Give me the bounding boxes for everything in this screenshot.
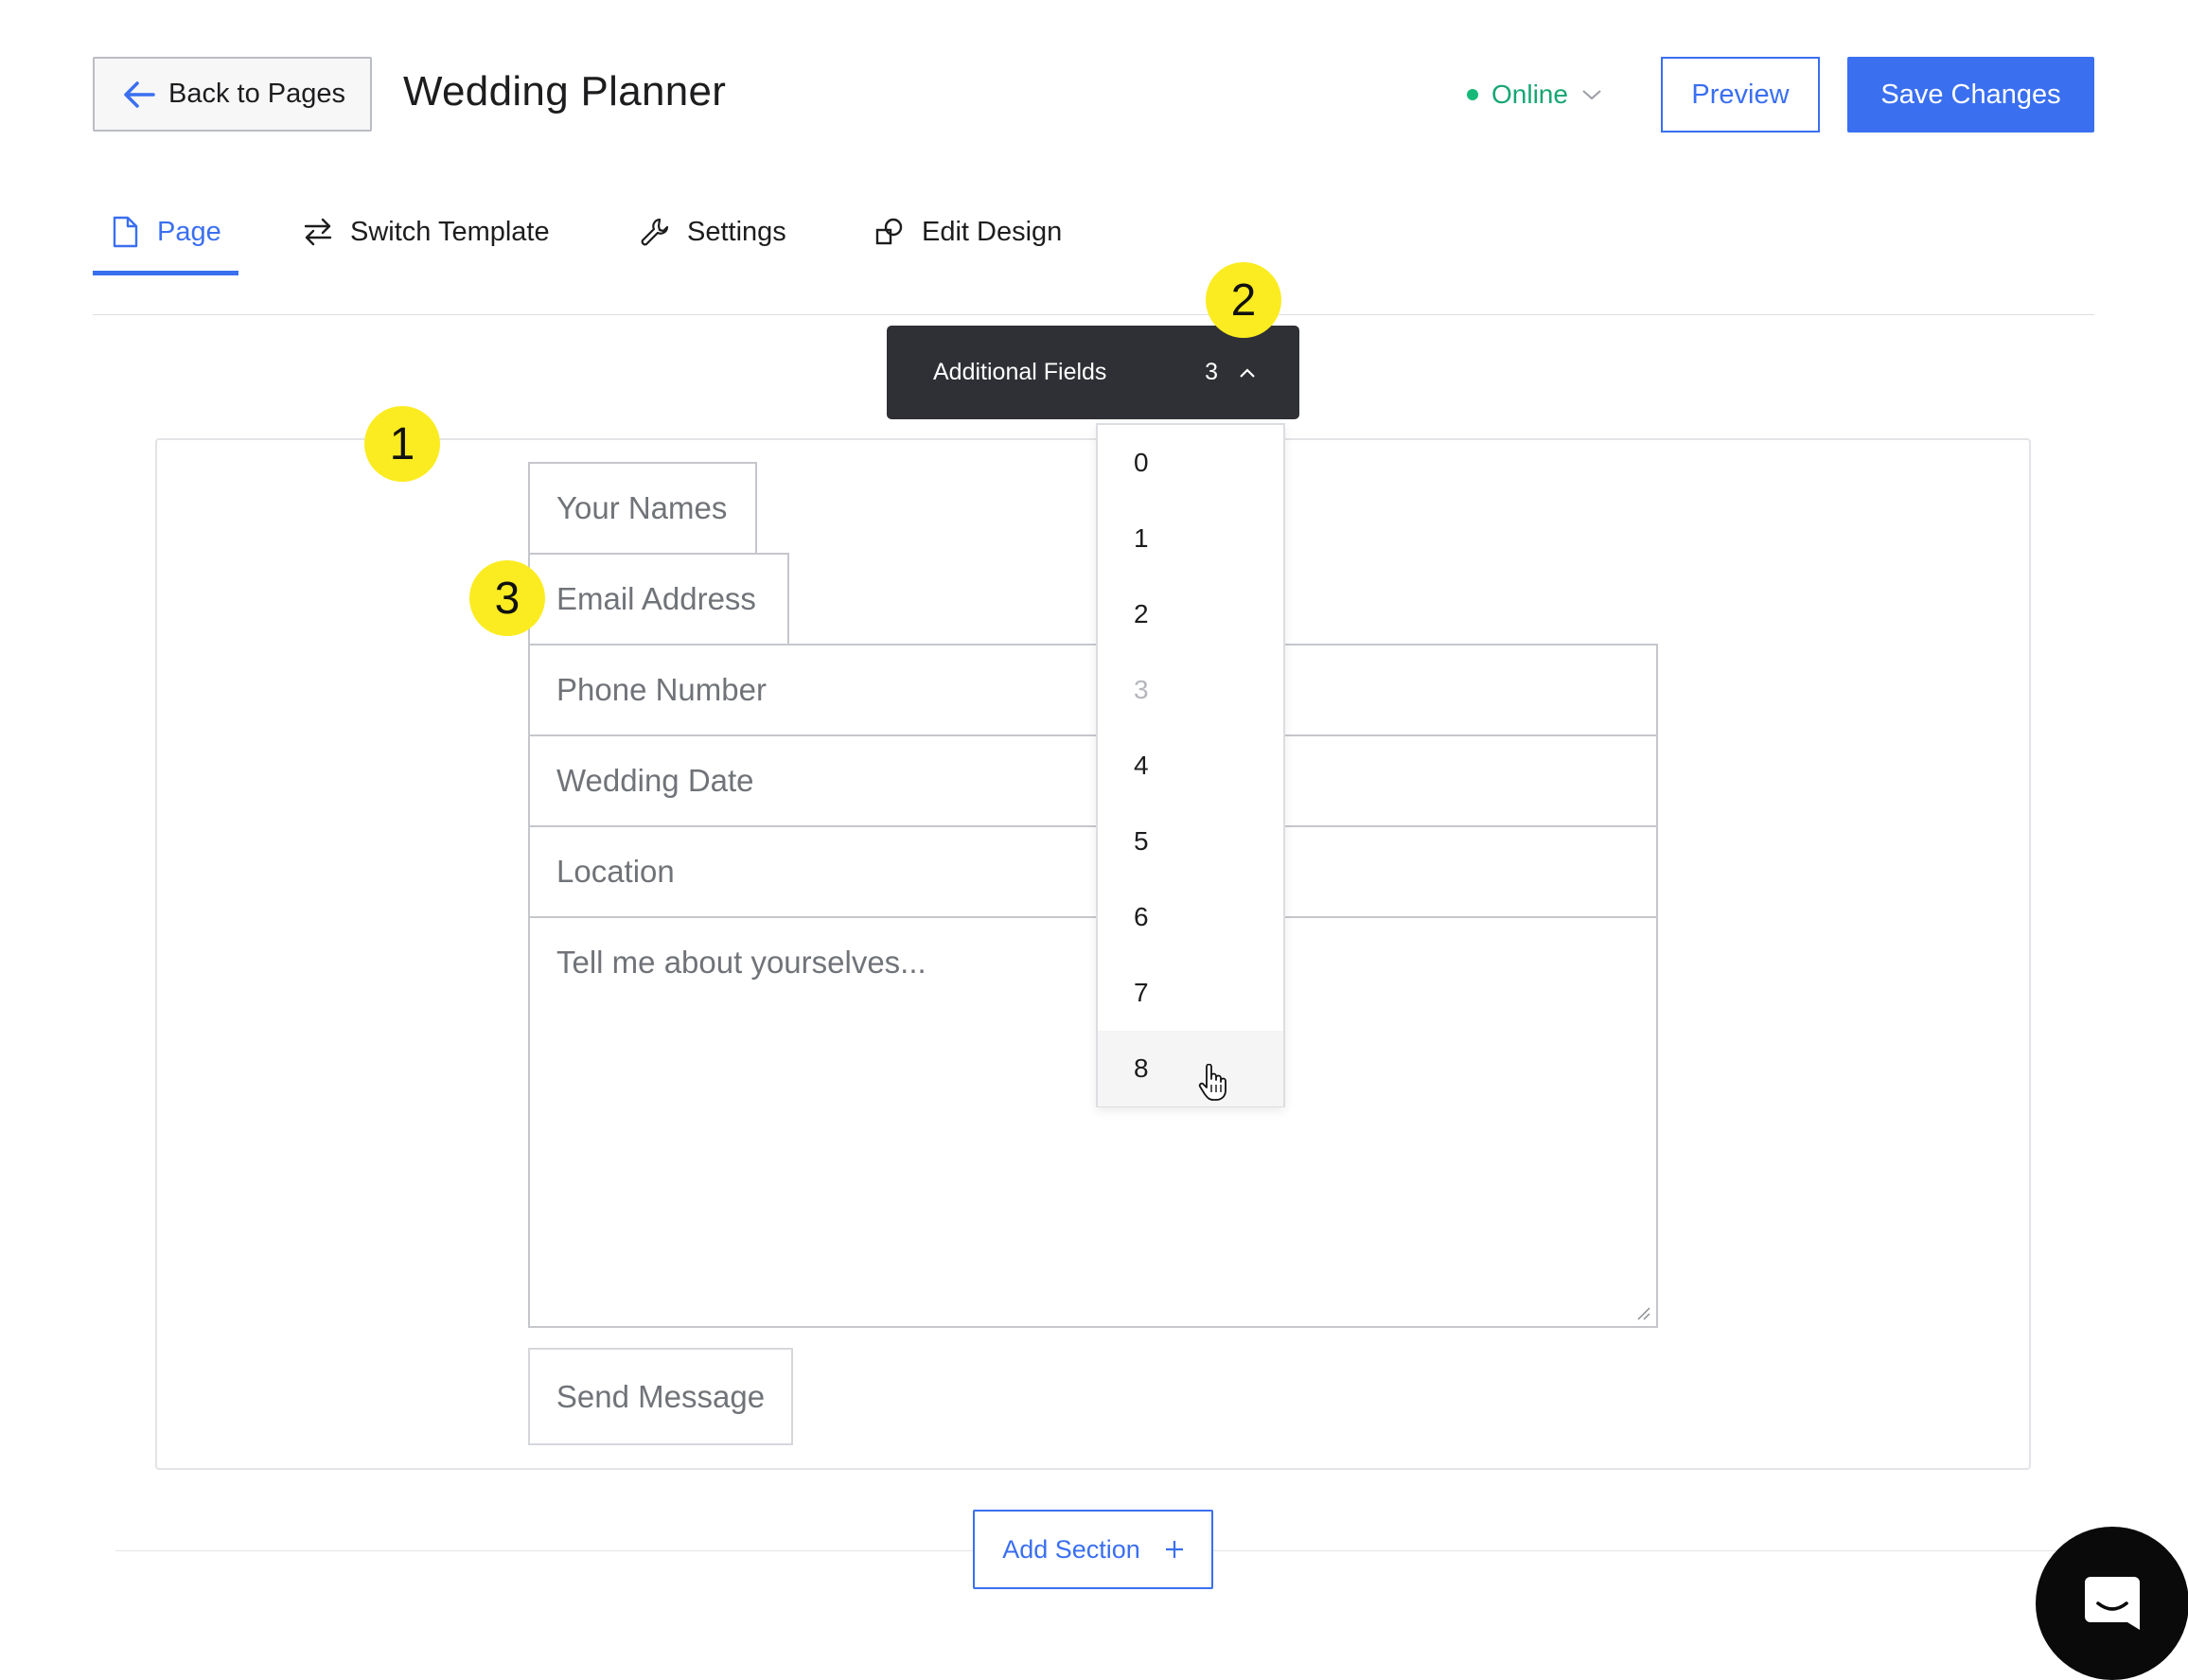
wrench-icon [641, 218, 669, 246]
tab-edit-design-label: Edit Design [922, 216, 1063, 247]
shapes-icon [875, 218, 903, 245]
chat-widget-button[interactable] [2036, 1527, 2188, 1680]
hand-pointer-cursor-icon [1198, 1064, 1226, 1101]
send-message-button[interactable]: Send Message [528, 1348, 793, 1445]
resize-handle-icon[interactable] [1635, 1305, 1650, 1320]
callout-badge-3: 3 [469, 560, 545, 636]
save-changes-button[interactable]: Save Changes [1847, 57, 2094, 133]
option-2[interactable]: 2 [1098, 576, 1283, 652]
message-textarea[interactable]: Tell me about yourselves... [528, 916, 1658, 1328]
option-4[interactable]: 4 [1098, 728, 1283, 804]
status-label: Online [1491, 80, 1568, 109]
additional-fields-value: 3 [1205, 359, 1218, 385]
arrow-left-icon [124, 80, 155, 108]
your-names-field[interactable]: Your Names [528, 462, 757, 555]
option-3-selected: 3 [1134, 675, 1149, 704]
back-to-pages-button[interactable]: Back to Pages [93, 57, 372, 132]
option-5[interactable]: 5 [1098, 804, 1283, 879]
status-dot-icon [1467, 89, 1478, 100]
your-names-placeholder: Your Names [556, 490, 728, 525]
message-placeholder: Tell me about yourselves... [556, 945, 926, 980]
tab-settings-label: Settings [687, 216, 786, 247]
phone-number-placeholder: Phone Number [556, 672, 767, 707]
email-address-field[interactable]: Email Address [528, 553, 789, 645]
tab-page[interactable]: Page [110, 216, 221, 248]
tab-switch-template[interactable]: Switch Template [303, 216, 550, 248]
option-7[interactable]: 7 [1098, 955, 1283, 1031]
location-field[interactable]: Location [528, 825, 1658, 918]
chevron-up-icon [1240, 367, 1255, 378]
option-0[interactable]: 0 [1098, 425, 1283, 501]
option-6[interactable]: 6 [1098, 879, 1283, 955]
chevron-down-icon [1582, 90, 1601, 100]
preview-button[interactable]: Preview [1661, 57, 1820, 133]
add-section-label: Add Section [1002, 1534, 1140, 1564]
additional-fields-label: Additional Fields [933, 359, 1107, 385]
wedding-date-field[interactable]: Wedding Date [528, 734, 1658, 827]
chat-bubble-icon [2085, 1577, 2140, 1630]
option-1[interactable]: 1 [1098, 501, 1283, 576]
option-8[interactable]: 8 [1098, 1031, 1283, 1106]
plus-icon [1165, 1541, 1183, 1558]
status-dropdown[interactable]: Online [1467, 80, 1602, 110]
tab-edit-design[interactable]: Edit Design [874, 216, 1062, 248]
tab-page-label: Page [157, 216, 221, 247]
email-address-placeholder: Email Address [556, 581, 756, 616]
callout-badge-1: 1 [364, 406, 440, 482]
switch-arrows-icon [304, 218, 332, 246]
wedding-date-placeholder: Wedding Date [556, 763, 754, 798]
page-title: Wedding Planner [403, 68, 727, 115]
additional-fields-options: 0 1 2 3 4 5 6 7 8 [1096, 423, 1285, 1107]
callout-badge-2: 2 [1206, 262, 1281, 338]
phone-number-field[interactable]: Phone Number [528, 644, 1658, 736]
back-to-pages-label: Back to Pages [168, 79, 345, 109]
tab-settings[interactable]: Settings [640, 216, 786, 248]
tabs-divider [93, 314, 2094, 315]
tab-switch-template-label: Switch Template [350, 216, 550, 247]
page-icon [113, 216, 138, 248]
add-section-button[interactable]: Add Section [973, 1510, 1213, 1589]
location-placeholder: Location [556, 854, 675, 889]
active-tab-indicator [93, 271, 238, 275]
additional-fields-dropdown[interactable]: Additional Fields 3 [887, 326, 1299, 419]
